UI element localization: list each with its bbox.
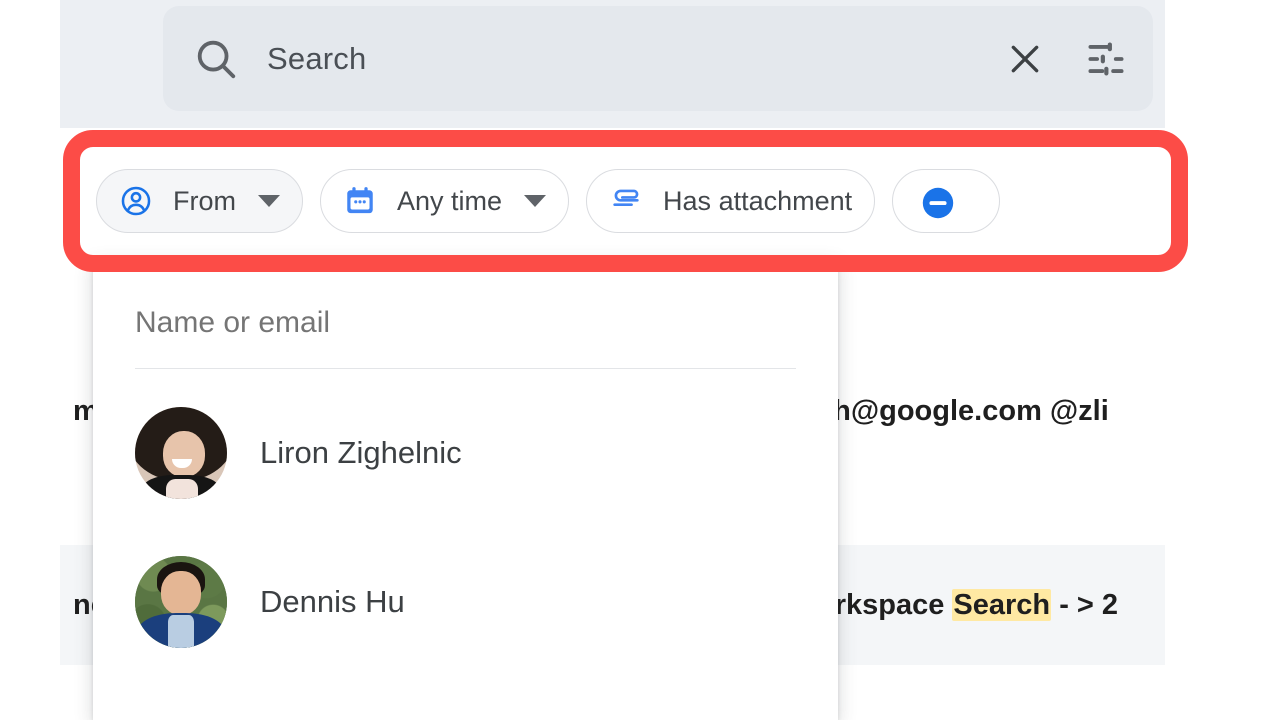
dropdown-divider bbox=[135, 368, 796, 369]
tune-icon[interactable] bbox=[1085, 38, 1127, 80]
filter-chips-row: From Any time bbox=[80, 147, 1172, 255]
avatar bbox=[135, 556, 227, 648]
chip-any-time-label: Any time bbox=[397, 186, 502, 217]
search-term-highlight: Search bbox=[952, 589, 1051, 621]
search-bar[interactable]: Search bbox=[163, 6, 1153, 111]
chip-has-attachment-label: Has attachment bbox=[663, 186, 852, 217]
from-dropdown-panel: Liron Zighelnic Dennis Hu bbox=[93, 258, 838, 720]
chip-from[interactable]: From bbox=[96, 169, 303, 233]
avatar bbox=[135, 407, 227, 499]
search-icon bbox=[193, 36, 239, 82]
screen-root: Search m sh@google.com @zli ne bbox=[0, 0, 1280, 720]
calendar-icon bbox=[343, 184, 377, 218]
list-item[interactable]: Liron Zighelnic bbox=[93, 391, 838, 515]
search-input[interactable]: Search bbox=[267, 41, 1005, 77]
name-or-email-input[interactable] bbox=[135, 306, 796, 340]
chevron-down-icon bbox=[258, 195, 280, 207]
chip-from-label: From bbox=[173, 186, 236, 217]
attachment-icon bbox=[609, 184, 643, 218]
chip-exclude[interactable] bbox=[892, 169, 1000, 233]
chevron-down-icon bbox=[524, 195, 546, 207]
person-name: Liron Zighelnic bbox=[260, 435, 462, 471]
close-icon[interactable] bbox=[1005, 39, 1045, 79]
list-item[interactable]: Dennis Hu bbox=[93, 540, 838, 664]
person-name: Dennis Hu bbox=[260, 584, 405, 620]
chip-has-attachment[interactable]: Has attachment bbox=[586, 169, 875, 233]
row-trail-text: sh@google.com @zli bbox=[817, 395, 1109, 428]
from-input-wrapper bbox=[93, 258, 838, 340]
row-snippet-tail: - > 2 bbox=[1051, 589, 1118, 621]
block-minus-icon bbox=[919, 184, 953, 218]
account-circle-icon bbox=[119, 184, 153, 218]
chip-any-time[interactable]: Any time bbox=[320, 169, 569, 233]
row-trail-text: orkspace Search - > 2 bbox=[817, 589, 1118, 622]
